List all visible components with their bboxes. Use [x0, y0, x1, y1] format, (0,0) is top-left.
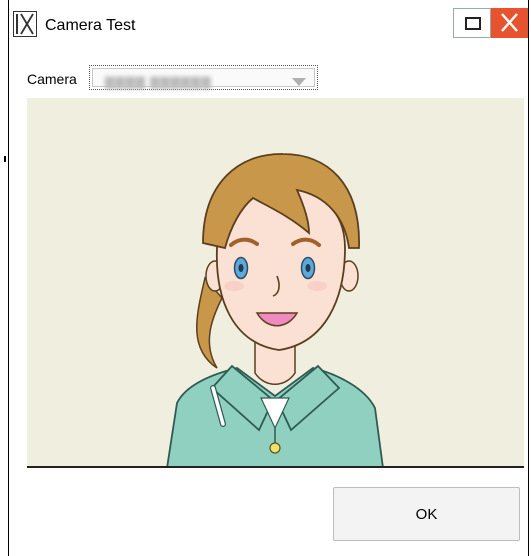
camera-preview — [27, 98, 524, 468]
person-illustration — [166, 153, 384, 466]
window-title: Camera Test — [45, 17, 136, 34]
maximize-icon — [465, 17, 481, 30]
title-bar: Camera Test — [9, 0, 528, 42]
edge-mark — [4, 156, 6, 162]
camera-label: Camera — [27, 71, 77, 87]
camera-test-window: Camera Test Camera ▇▇▇▇ ▇▇▇▇▇▇ OK — [8, 0, 529, 556]
chevron-down-icon[interactable] — [292, 78, 306, 86]
close-button[interactable] — [491, 8, 528, 38]
ok-button[interactable]: OK — [333, 487, 520, 541]
maximize-button[interactable] — [453, 8, 491, 38]
close-icon — [501, 13, 518, 32]
camera-select[interactable]: ▇▇▇▇ ▇▇▇▇▇▇ — [89, 65, 318, 90]
background-strip — [0, 0, 8, 556]
camera-select-value: ▇▇▇▇ ▇▇▇▇▇▇ — [105, 75, 212, 89]
ix-logo-icon — [13, 11, 37, 37]
camera-select-field: ▇▇▇▇ ▇▇▇▇▇▇ — [92, 68, 315, 89]
